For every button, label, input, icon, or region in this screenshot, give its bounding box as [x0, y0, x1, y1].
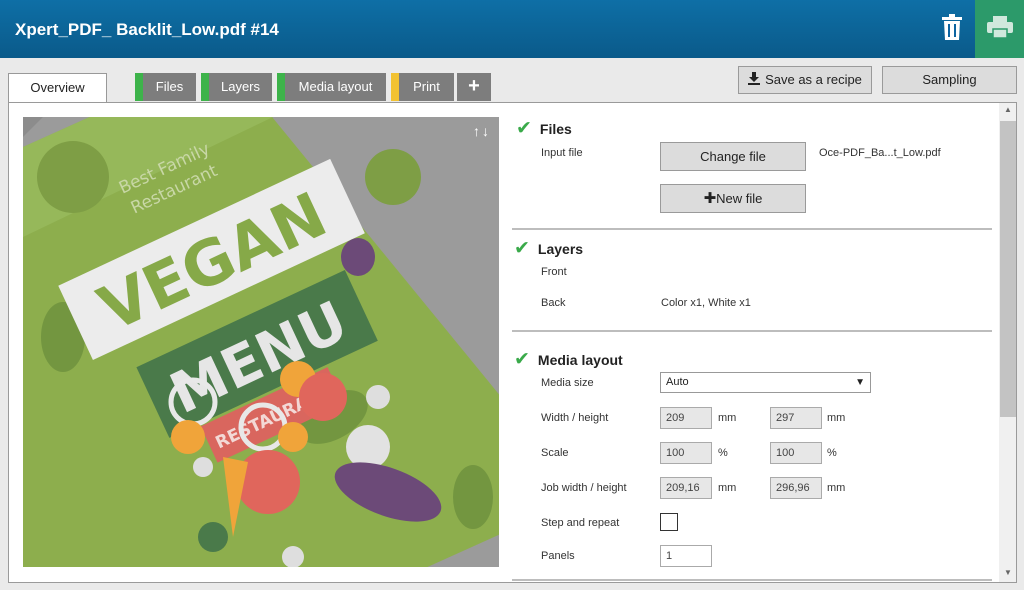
plus-icon: ✚ [703, 190, 717, 207]
divider [512, 330, 992, 332]
front-label: Front [541, 266, 567, 278]
tab-media-layout[interactable]: Media layout [277, 73, 386, 101]
job-height-input[interactable]: 296,96 [770, 477, 822, 499]
scrollbar-thumb[interactable] [1000, 121, 1016, 417]
printer-icon [986, 15, 1013, 43]
media-size-value: Auto [666, 376, 689, 388]
tab-print[interactable]: Print [391, 73, 454, 101]
check-icon: ✔ [516, 118, 532, 139]
layers-section-title: ✔ Layers [514, 237, 583, 260]
job-width-height-label: Job width / height [541, 482, 627, 494]
width-height-label: Width / height [541, 412, 609, 424]
scale-y-unit: % [827, 447, 837, 459]
job-width-input[interactable]: 209,16 [660, 477, 712, 499]
job-height-unit: mm [827, 482, 846, 494]
media-layout-title: Media layout [537, 351, 623, 368]
print-button[interactable] [975, 0, 1024, 58]
media-layout-section-title: ✔ Media layout [514, 348, 623, 371]
tab-overview[interactable]: Overview [8, 73, 107, 103]
download-icon [748, 68, 761, 94]
chevron-down-icon: ▼ [855, 377, 865, 388]
files-section-title: ✔ Files [516, 117, 572, 140]
reorder-arrows-icon[interactable]: ↑↓ [473, 123, 491, 139]
input-file-name: Oce-PDF_Ba...t_Low.pdf [819, 147, 941, 159]
delete-button[interactable] [930, 0, 974, 58]
title-bar: Xpert_PDF_ Backlit_Low.pdf #14 [0, 0, 1024, 58]
save-as-recipe-button[interactable]: Save as a recipe [738, 66, 872, 94]
tab-layers[interactable]: Layers [201, 73, 272, 101]
new-file-button[interactable]: ✚New file [660, 184, 806, 213]
layers-title: Layers [537, 240, 584, 257]
divider [512, 228, 992, 230]
divider [512, 579, 992, 581]
trash-icon [941, 13, 963, 45]
check-icon: ✔ [514, 238, 530, 259]
scale-y-input[interactable]: 100 [770, 442, 822, 464]
panels-input[interactable]: 1 [660, 545, 712, 567]
scale-x-input[interactable]: 100 [660, 442, 712, 464]
menu-artwork-image: VEGAN MENU RESTAURANT Best Family Restau… [23, 117, 499, 567]
new-file-label: New file [716, 191, 763, 206]
overview-panel: VEGAN MENU RESTAURANT Best Family Restau… [8, 102, 1017, 583]
back-value: Color x1, White x1 [661, 297, 751, 309]
media-size-label: Media size [541, 377, 594, 389]
scale-label: Scale [541, 447, 569, 459]
media-size-select[interactable]: Auto ▼ [660, 372, 871, 393]
save-as-recipe-label: Save as a recipe [765, 72, 862, 87]
height-input[interactable]: 297 [770, 407, 822, 429]
check-icon: ✔ [514, 349, 530, 370]
back-label: Back [541, 297, 566, 309]
files-title: Files [539, 120, 572, 137]
add-tab-button[interactable]: + [457, 73, 491, 101]
panels-label: Panels [541, 550, 575, 562]
step-and-repeat-checkbox[interactable] [660, 513, 678, 531]
width-input[interactable]: 209 [660, 407, 712, 429]
change-file-button[interactable]: Change file [660, 142, 806, 171]
scroll-down-icon[interactable]: ▼ [999, 568, 1016, 580]
width-unit: mm [718, 412, 737, 424]
pdf-preview: VEGAN MENU RESTAURANT Best Family Restau… [23, 117, 499, 567]
scroll-up-icon[interactable]: ▲ [999, 105, 1016, 117]
input-file-label: Input file [541, 147, 583, 159]
scale-x-unit: % [718, 447, 728, 459]
vertical-scrollbar[interactable]: ▲ ▼ [999, 103, 1016, 582]
step-and-repeat-label: Step and repeat [541, 517, 620, 529]
height-unit: mm [827, 412, 846, 424]
sampling-button[interactable]: Sampling [882, 66, 1017, 94]
page-title: Xpert_PDF_ Backlit_Low.pdf #14 [15, 20, 279, 39]
tab-files[interactable]: Files [135, 73, 196, 101]
job-width-unit: mm [718, 482, 737, 494]
